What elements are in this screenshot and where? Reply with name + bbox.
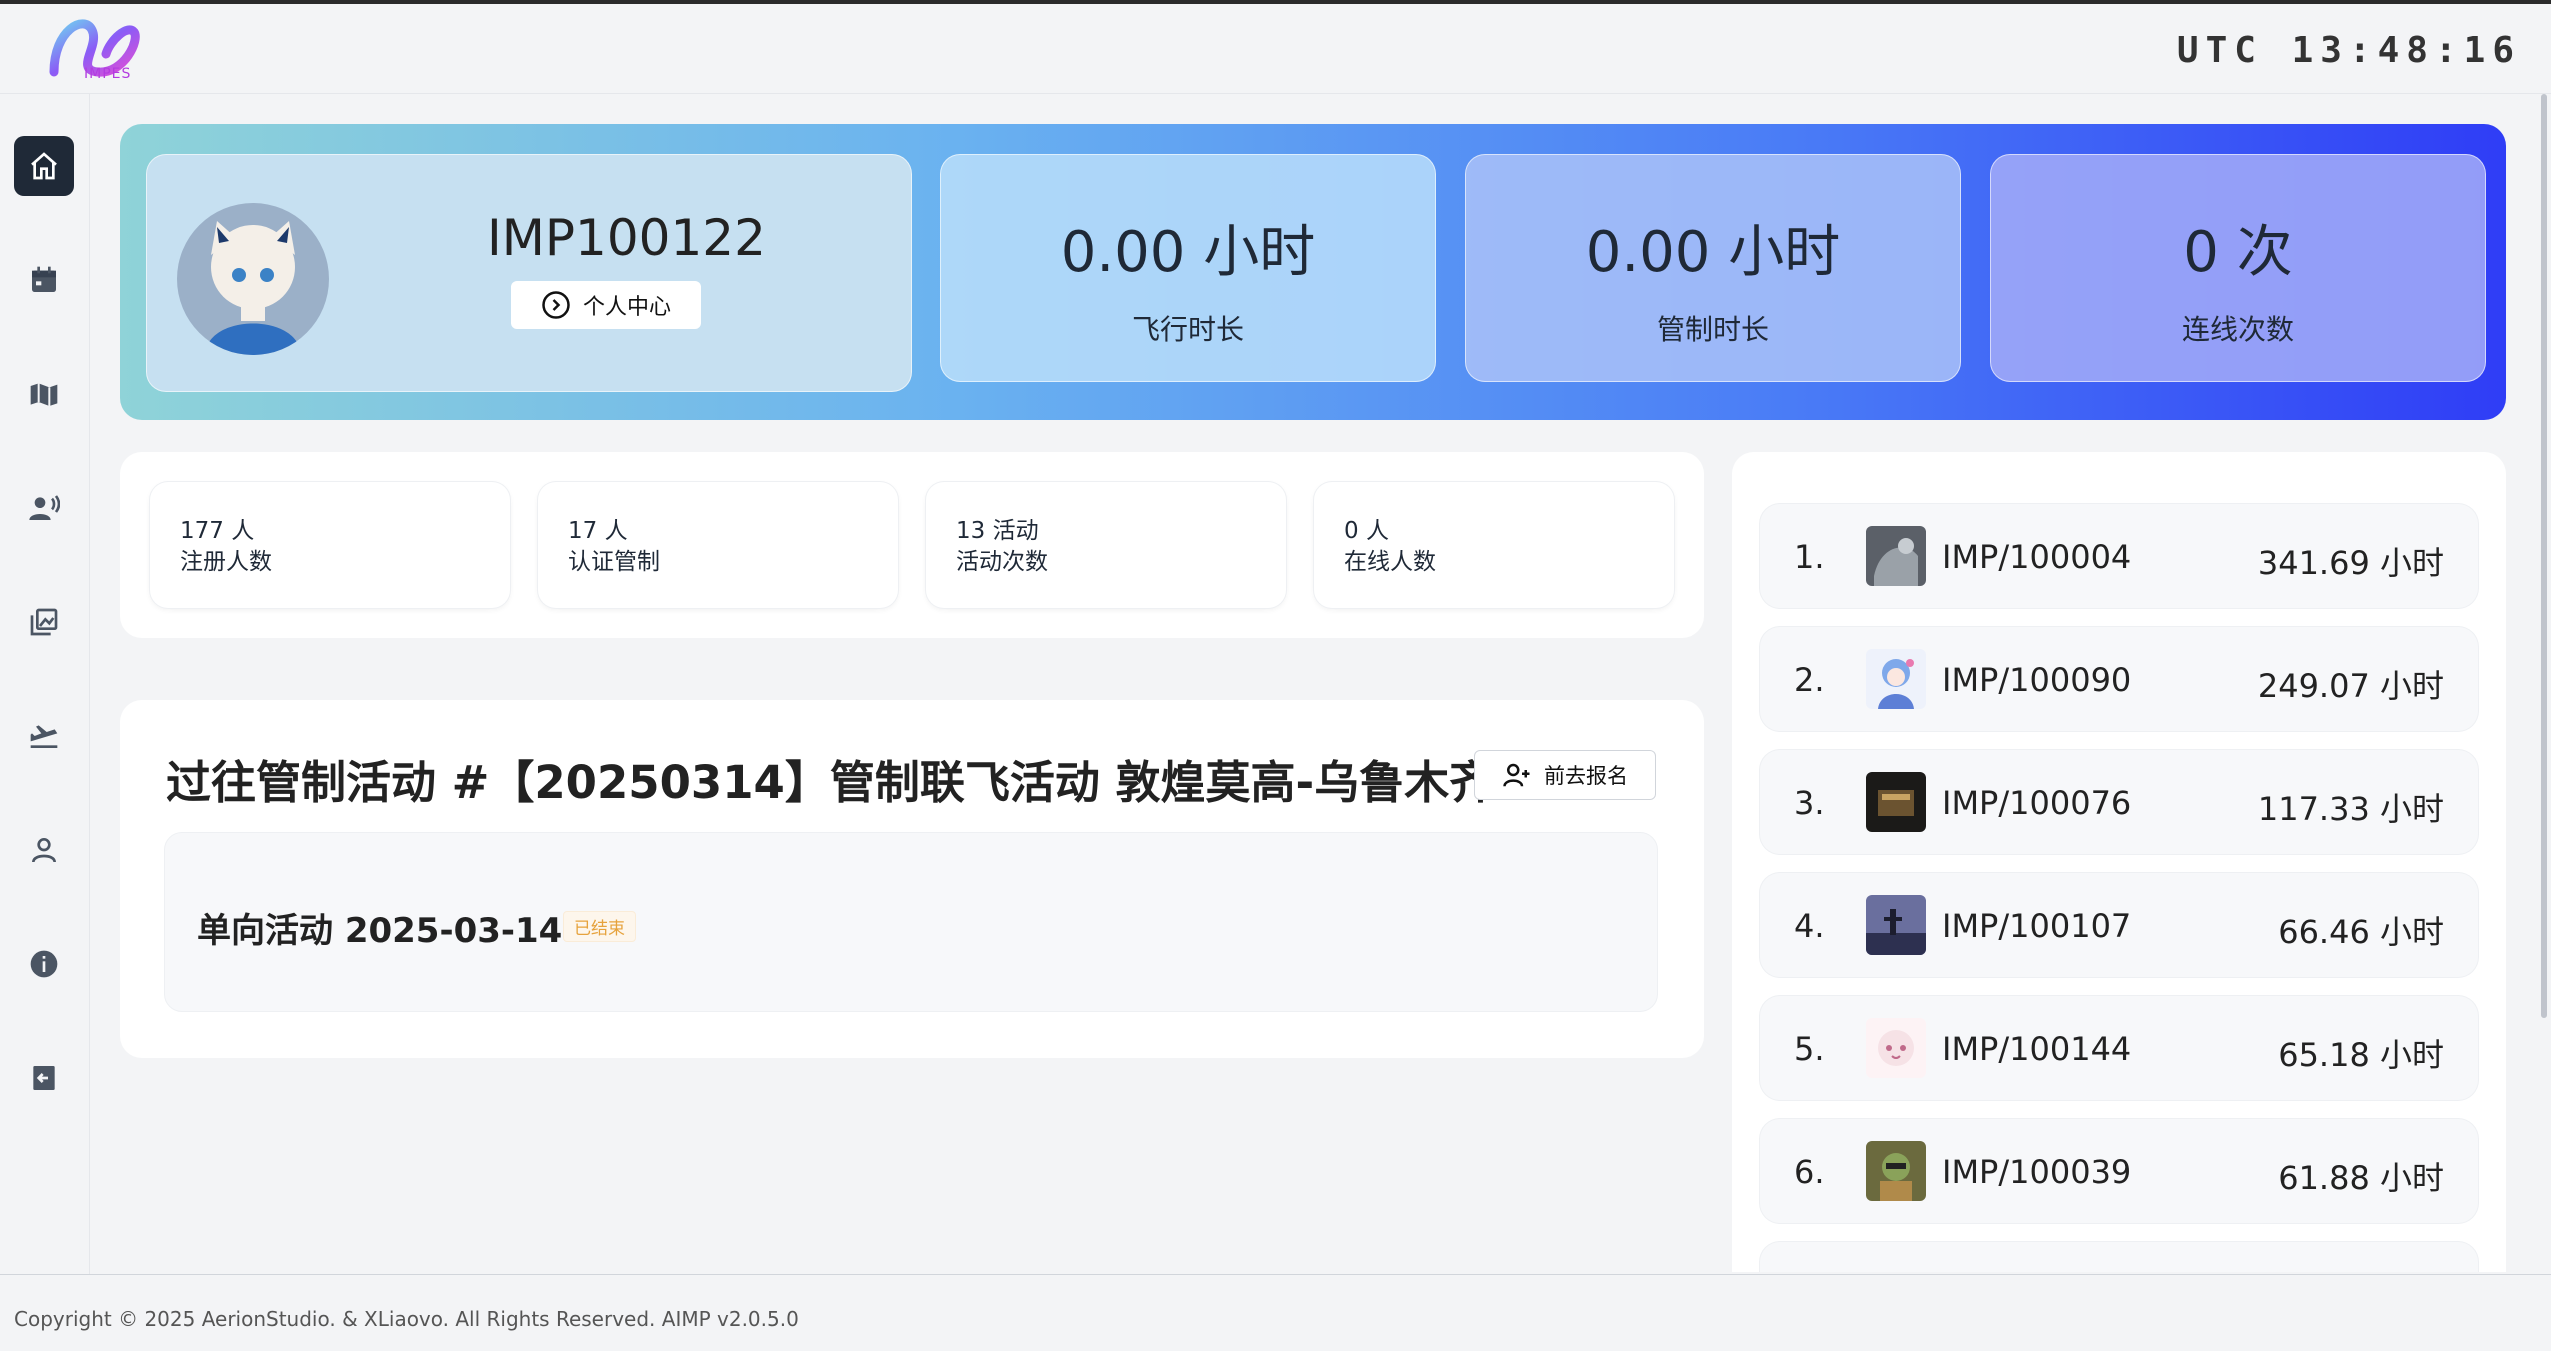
sidebar-item-calendar[interactable] [14,250,74,310]
rank-hours: 66.46 小时 [2278,913,2444,951]
count-value: 0 人 [1344,518,1389,544]
stat-label: 管制时长 [1656,313,1769,346]
rank-number: 3. [1794,784,1825,822]
profile-card: IMP100122 个人中心 [146,154,912,392]
count-card-certified: 17 人 认证管制 [538,482,898,608]
footer: Copyright © 2025 AerionStudio. & XLiaovo… [0,1274,2551,1351]
rank-avatar [1866,772,1926,832]
stat-label: 飞行时长 [1131,313,1244,346]
count-label: 在线人数 [1344,549,1436,575]
rank-user-id: IMP/100107 [1942,907,2132,945]
rank-number: 4. [1794,907,1825,945]
sidebar-item-logout[interactable] [14,1048,74,1108]
sidebar-item-home[interactable] [14,136,74,196]
rank-number: 5. [1794,1030,1825,1068]
rank-number: 2. [1794,661,1825,699]
user-voice-icon [29,495,60,520]
count-label: 活动次数 [956,549,1048,575]
rank-user-id: IMP/100144 [1942,1030,2132,1068]
copyright-text: Copyright © 2025 AerionStudio. & XLiaovo… [14,1307,799,1331]
user-icon [32,838,56,863]
sidebar [0,94,90,1274]
page-scrollbar[interactable] [2541,94,2547,1018]
utc-clock: UTC 13:48:16 [2176,30,2521,71]
arrow-circle-right-icon [542,291,570,319]
ranking-item-partial[interactable] [1760,1242,2478,1272]
sidebar-item-flights[interactable] [14,706,74,766]
ranking-item[interactable]: 4. IMP/100107 66.46 小时 [1760,873,2478,977]
rank-user-id: IMP/100076 [1942,784,2132,822]
count-value: 177 人 [180,518,255,544]
info-icon [30,950,58,978]
signup-button[interactable]: 前去报名 [1474,750,1656,800]
profile-id: IMP100122 [487,209,766,267]
gallery-icon [30,608,58,636]
ranking-panel: 1. IMP/100004 341.69 小时 2. IMP/100090 24… [1732,452,2506,1272]
stat-value: 0.00 小时 [1585,220,1841,285]
plane-icon [30,725,58,748]
stat-value: 0.00 小时 [1060,220,1316,285]
ranking-item[interactable]: 5. IMP/100144 65.18 小时 [1760,996,2478,1100]
rank-hours: 341.69 小时 [2257,544,2444,582]
rank-avatar [1866,1018,1926,1078]
rank-avatar [1866,649,1926,709]
home-icon [31,152,57,180]
rank-number: 1. [1794,538,1825,576]
rank-number: 6. [1794,1153,1825,1191]
ranking-item[interactable]: 2. IMP/100090 249.07 小时 [1760,627,2478,731]
count-value: 13 活动 [956,518,1039,544]
rank-user-id: IMP/100039 [1942,1153,2132,1191]
map-icon [30,383,58,406]
ranking-item[interactable]: 6. IMP/100039 61.88 小时 [1760,1119,2478,1223]
count-card-registered: 177 人 注册人数 [150,482,510,608]
activity-title: 过往管制活动 #【20250314】管制联飞活动 敦煌莫高-乌鲁木齐 [166,756,1495,809]
ranking-item[interactable]: 3. IMP/100076 117.33 小时 [1760,750,2478,854]
rank-hours: 61.88 小时 [2278,1159,2444,1197]
rank-hours: 117.33 小时 [2257,790,2444,828]
profile-center-button[interactable]: 个人中心 [511,281,701,329]
past-activity-panel: 过往管制活动 #【20250314】管制联飞活动 敦煌莫高-乌鲁木齐 前去报名 … [120,700,1704,1058]
sidebar-item-about[interactable] [14,934,74,994]
sidebar-item-controller[interactable] [14,478,74,538]
logo-text: IMPES [84,66,132,82]
rank-avatar [1866,526,1926,586]
sidebar-item-gallery[interactable] [14,592,74,652]
stat-value: 0 次 [2183,220,2293,285]
rank-user-id: IMP/100090 [1942,661,2132,699]
signup-label: 前去报名 [1544,764,1628,788]
logout-icon [33,1066,55,1090]
count-label: 认证管制 [568,549,660,575]
hero-banner: IMP100122 个人中心 0.00 小时 飞行时长 0.00 小时 管制时长… [120,124,2506,420]
count-card-online: 0 人 在线人数 [1314,482,1674,608]
ranking-item[interactable]: 1. IMP/100004 341.69 小时 [1760,504,2478,608]
count-label: 注册人数 [180,549,272,575]
stat-card-flight-time: 0.00 小时 飞行时长 [940,154,1436,382]
rank-hours: 65.18 小时 [2278,1036,2444,1074]
stat-card-connections: 0 次 连线次数 [1990,154,2486,382]
rank-user-id: IMP/100004 [1942,538,2132,576]
avatar[interactable] [177,203,329,355]
add-user-icon [1503,763,1530,787]
rank-hours: 249.07 小时 [2257,667,2444,705]
site-counts-panel: 177 人 注册人数 17 人 认证管制 13 活动 活动次数 0 人 在线人数 [120,452,1704,638]
rank-avatar [1866,895,1926,955]
sidebar-item-profile[interactable] [14,820,74,880]
activity-item-title: 单向活动 2025-03-14 [197,911,563,951]
calendar-icon [32,266,56,292]
activity-item[interactable]: 单向活动 2025-03-14 已结束 [164,832,1658,1012]
rank-avatar [1866,1141,1926,1201]
app-header: IMPES UTC 13:48:16 [0,4,2551,94]
profile-center-label: 个人中心 [582,295,671,320]
stat-label: 连线次数 [2181,313,2294,346]
count-card-activities: 13 活动 活动次数 [926,482,1286,608]
stat-card-control-time: 0.00 小时 管制时长 [1465,154,1961,382]
sidebar-item-map[interactable] [14,364,74,424]
count-value: 17 人 [568,518,628,544]
status-badge: 已结束 [563,911,636,942]
